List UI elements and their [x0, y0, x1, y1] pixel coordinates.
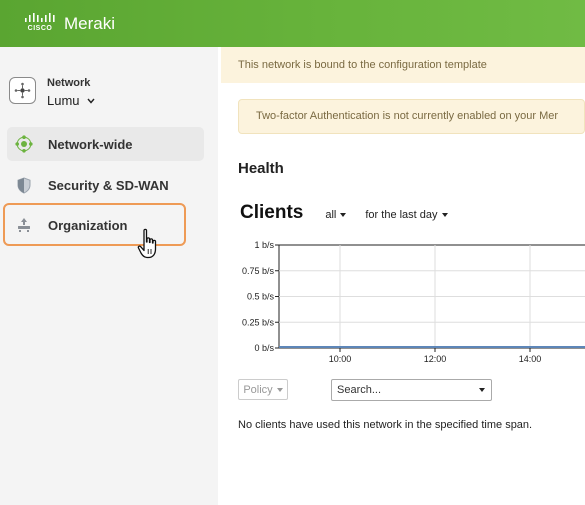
clients-chart: 1 b/s 0.75 b/s 0.5 b/s 0.25 b/s 0 b/s 10:00 12…: [218, 233, 585, 373]
policy-label: Policy: [243, 383, 273, 396]
search-placeholder: Search...: [337, 384, 382, 396]
sidebar: Network Lumu Network-wide Security & SD-…: [0, 47, 218, 505]
caret-down-icon: [479, 388, 485, 392]
shield-icon: [15, 176, 33, 194]
caret-down-icon: [276, 387, 283, 392]
caret-down-icon: [441, 213, 448, 217]
sidebar-item-security-sd-wan[interactable]: Security & SD-WAN: [7, 168, 204, 202]
clients-chart-plot: 1 b/s 0.75 b/s 0.5 b/s 0.25 b/s 0 b/s 10:00 12…: [242, 240, 585, 364]
y-tick-label: 0.75 b/s: [242, 266, 275, 276]
network-selector[interactable]: Network Lumu: [9, 77, 95, 110]
y-tick-label: 1 b/s: [254, 240, 274, 250]
network-label: Network: [47, 77, 91, 89]
policy-dropdown[interactable]: Policy: [238, 379, 288, 400]
meraki-logo[interactable]: CISCO Meraki: [24, 13, 115, 35]
network-name-text: Lumu: [47, 93, 80, 108]
x-tick-label: 12:00: [424, 354, 447, 364]
main-content: This network is bound to the configurati…: [218, 47, 585, 505]
top-bar: CISCO Meraki: [0, 0, 585, 47]
cisco-logo-icon: CISCO: [24, 13, 56, 35]
client-filter-value: all: [325, 209, 337, 221]
timespan-dropdown[interactable]: for the last day: [365, 209, 448, 221]
sidebar-item-network-wide[interactable]: Network-wide: [7, 127, 204, 161]
y-tick-label: 0 b/s: [254, 343, 274, 353]
chevron-down-icon: [86, 98, 95, 104]
y-tick-label: 0.25 b/s: [242, 317, 275, 327]
hand-pointer-cursor-icon: [137, 228, 157, 259]
two-factor-warning-banner: Two-factor Authentication is not current…: [238, 99, 585, 134]
y-tick-label: 0.5 b/s: [247, 292, 275, 302]
client-search-select[interactable]: Search...: [331, 379, 492, 401]
app-name: Meraki: [64, 14, 116, 33]
caret-down-icon: [340, 213, 347, 217]
network-name[interactable]: Lumu: [47, 92, 95, 110]
client-filter-dropdown[interactable]: all: [325, 209, 347, 221]
x-tick-label: 10:00: [329, 354, 352, 364]
sidebar-item-label: Network-wide: [48, 136, 133, 152]
sidebar-item-label: Security & SD-WAN: [48, 177, 169, 193]
clients-title: Clients: [240, 202, 304, 223]
health-heading: Health: [238, 160, 284, 177]
timespan-value: for the last day: [365, 209, 438, 221]
cisco-wordmark: CISCO: [27, 25, 53, 32]
x-tick-label: 14:00: [519, 354, 542, 364]
template-bound-banner: This network is bound to the configurati…: [221, 47, 585, 83]
no-clients-message: No clients have used this network in the…: [238, 419, 533, 431]
network-wide-icon: [15, 135, 33, 153]
network-hub-icon: [9, 77, 36, 104]
clients-header: Clients all for the last day: [240, 202, 448, 224]
